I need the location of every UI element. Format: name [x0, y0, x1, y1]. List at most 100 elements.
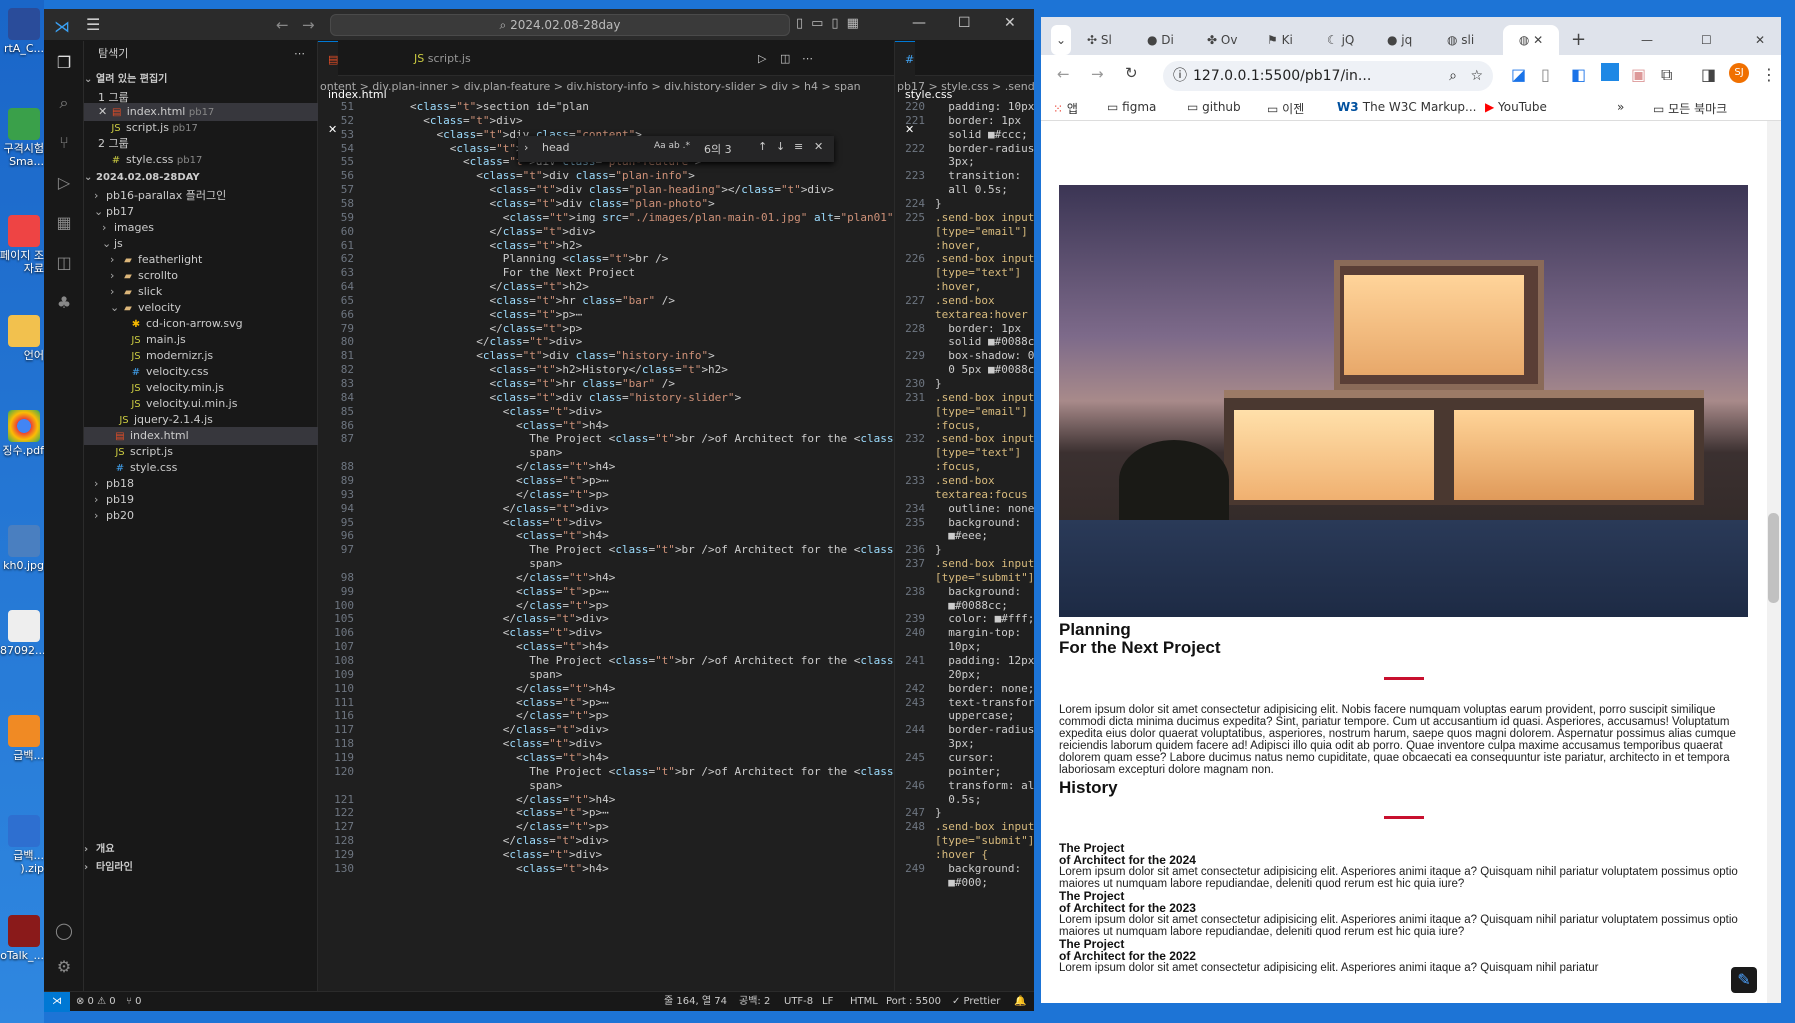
- desktop-icon[interactable]: rtA_C...: [0, 8, 44, 55]
- code-line[interactable]: <class="t">hr class="bar" />: [410, 377, 675, 390]
- code-line[interactable]: background:: [935, 862, 1021, 875]
- code-line[interactable]: The Project <class="t">br />of Architect…: [410, 765, 894, 778]
- code-line[interactable]: </class="t">p>: [410, 709, 609, 722]
- code-line[interactable]: }: [935, 377, 942, 390]
- desktop-icon[interactable]: oTalk_...: [0, 915, 44, 962]
- code-line[interactable]: }: [935, 197, 942, 210]
- close-icon[interactable]: ✕: [1755, 25, 1765, 55]
- code-line[interactable]: .send-box input: [935, 391, 1034, 404]
- code-line[interactable]: span>: [410, 779, 562, 792]
- code-line[interactable]: .send-box input: [935, 211, 1034, 224]
- code-line[interactable]: [type="submit"] {: [935, 571, 1035, 584]
- code-editor[interactable]: 51 <class="t">section id="plan 52 <class="…: [318, 98, 894, 991]
- code-line[interactable]: margin-top:: [935, 626, 1021, 639]
- code-line[interactable]: span>: [410, 668, 562, 681]
- code-line[interactable]: <class="t">h4>: [410, 751, 609, 764]
- live-server-port[interactable]: Port : 5500: [886, 992, 941, 1011]
- code-line[interactable]: </class="t">h4>: [410, 793, 615, 806]
- code-line[interactable]: :hover,: [935, 239, 981, 252]
- timeline-section[interactable]: › 타임라인: [84, 859, 318, 877]
- browser-tab[interactable]: ⚑ Ki: [1267, 25, 1293, 55]
- code-line[interactable]: <class="t">h4>: [410, 529, 609, 542]
- code-line[interactable]: box-shadow: 0: [935, 349, 1034, 362]
- extensions-icon[interactable]: ▦: [54, 213, 74, 233]
- tab-script-js[interactable]: JS script.js: [404, 41, 481, 76]
- code-line[interactable]: For the Next Project: [410, 266, 635, 279]
- code-line[interactable]: }: [935, 543, 942, 556]
- code-line[interactable]: transition:: [935, 169, 1021, 182]
- code-line[interactable]: </class="t">div>: [410, 723, 609, 736]
- more-actions-icon[interactable]: ⋯: [792, 41, 823, 76]
- desktop-icon[interactable]: 급백... ).zip: [0, 815, 44, 875]
- code-line[interactable]: <class="t">h2>History</class="t">h2>: [410, 363, 727, 376]
- code-editor[interactable]: 220 padding: 10px; 221 border: 1px solid …: [895, 98, 1035, 991]
- minimize-icon[interactable]: —: [912, 15, 926, 31]
- extension-icon[interactable]: ▯: [1541, 65, 1550, 84]
- back-arrow-icon[interactable]: ←: [1057, 65, 1070, 83]
- find-input[interactable]: head: [542, 141, 569, 154]
- extension-icon[interactable]: ◧: [1571, 65, 1586, 84]
- code-line[interactable]: .send-box input: [935, 252, 1034, 265]
- code-line[interactable]: </class="t">div>: [410, 502, 609, 515]
- code-line[interactable]: .send-box input: [935, 432, 1034, 445]
- ports-status[interactable]: ⑂ 0: [126, 992, 142, 1011]
- code-line[interactable]: 0 5px ■#0088cc;: [935, 363, 1035, 376]
- bookmark-star-icon[interactable]: ☆: [1470, 61, 1483, 91]
- arrow-down-icon[interactable]: ↓: [776, 140, 785, 153]
- code-line[interactable]: <class="t">div class="history-info">: [410, 349, 714, 362]
- extension-icon[interactable]: ▣: [1631, 65, 1646, 84]
- close-icon[interactable]: ✕: [1004, 15, 1016, 31]
- layout-icons[interactable]: ▯▭▯▦: [796, 16, 867, 31]
- code-line[interactable]: padding: 10px;: [935, 100, 1035, 113]
- bookmark-apps[interactable]: ⁙ 앱: [1053, 100, 1078, 117]
- code-line[interactable]: </class="t">div>: [410, 335, 582, 348]
- code-line[interactable]: </class="t">div>: [410, 612, 609, 625]
- back-arrow-icon[interactable]: ←: [276, 16, 289, 34]
- code-line[interactable]: background:: [935, 516, 1021, 529]
- code-line[interactable]: <class="t">p>⋯: [410, 308, 582, 321]
- bookmark-folder[interactable]: ▭ 이젠: [1267, 100, 1304, 117]
- code-line[interactable]: <class="t">section id="plan: [410, 100, 589, 113]
- new-tab-icon[interactable]: +: [1571, 25, 1586, 55]
- code-line[interactable]: 3px;: [935, 155, 975, 168]
- code-line[interactable]: </class="t">p>: [410, 599, 609, 612]
- desktop-icon[interactable]: 87092...: [0, 610, 45, 657]
- workspace-section[interactable]: ⌄ 2024.02.08-28DAY: [84, 169, 318, 187]
- code-line[interactable]: <class="t">div class="plan-heading"></cl…: [410, 183, 833, 196]
- code-line[interactable]: </class="t">div>: [410, 225, 595, 238]
- code-line[interactable]: <class="t">div class="history-slider">: [410, 391, 741, 404]
- indentation-status[interactable]: 공백: 2: [739, 992, 770, 1011]
- code-line[interactable]: .send-box: [935, 294, 995, 307]
- bookmark-youtube[interactable]: ▶ YouTube: [1485, 100, 1547, 114]
- browser-tab[interactable]: ✣ Sl: [1087, 25, 1112, 55]
- open-editors-section[interactable]: ⌄ 열려 있는 편집기: [84, 71, 318, 89]
- address-bar[interactable]: ⓘ 127.0.0.1:5500/pb17/in... ⌕ ☆: [1163, 61, 1493, 91]
- prettier-status[interactable]: ✓ Prettier: [952, 992, 1000, 1011]
- code-line[interactable]: 10px;: [935, 640, 981, 653]
- code-line[interactable]: solid ■#0088cc;: [935, 335, 1035, 348]
- code-line[interactable]: span>: [410, 557, 562, 570]
- source-control-icon[interactable]: ⑂: [54, 133, 74, 153]
- site-info-icon[interactable]: ⓘ: [1173, 61, 1187, 91]
- code-line[interactable]: solid ■#ccc;: [935, 128, 1027, 141]
- code-line[interactable]: span>: [410, 446, 562, 459]
- code-line[interactable]: :focus,: [935, 419, 981, 432]
- arrow-up-icon[interactable]: ↑: [758, 140, 767, 153]
- code-line[interactable]: ■#0088cc;: [935, 599, 1008, 612]
- remote-explorer-icon[interactable]: ◫: [54, 253, 74, 273]
- code-line[interactable]: The Project <class="t">br />of Architect…: [410, 432, 894, 445]
- tab-style-css[interactable]: # style.css ✕: [895, 41, 952, 136]
- forward-arrow-icon[interactable]: →: [302, 16, 315, 34]
- explorer-icon[interactable]: ❐: [54, 53, 74, 73]
- code-line[interactable]: background:: [935, 585, 1021, 598]
- code-line[interactable]: :hover {: [935, 848, 988, 861]
- code-line[interactable]: <class="t">p>⋯: [410, 474, 609, 487]
- bookmark-folder[interactable]: ▭ figma: [1107, 100, 1156, 114]
- encoding-status[interactable]: UTF-8: [784, 992, 813, 1011]
- code-line[interactable]: :focus,: [935, 460, 981, 473]
- code-line[interactable]: uppercase;: [935, 709, 1014, 722]
- code-line[interactable]: </class="t">h2>: [410, 280, 588, 293]
- code-line[interactable]: </class="t">div>: [410, 834, 609, 847]
- code-line[interactable]: 20px;: [935, 668, 981, 681]
- avatar[interactable]: SJ: [1729, 63, 1749, 83]
